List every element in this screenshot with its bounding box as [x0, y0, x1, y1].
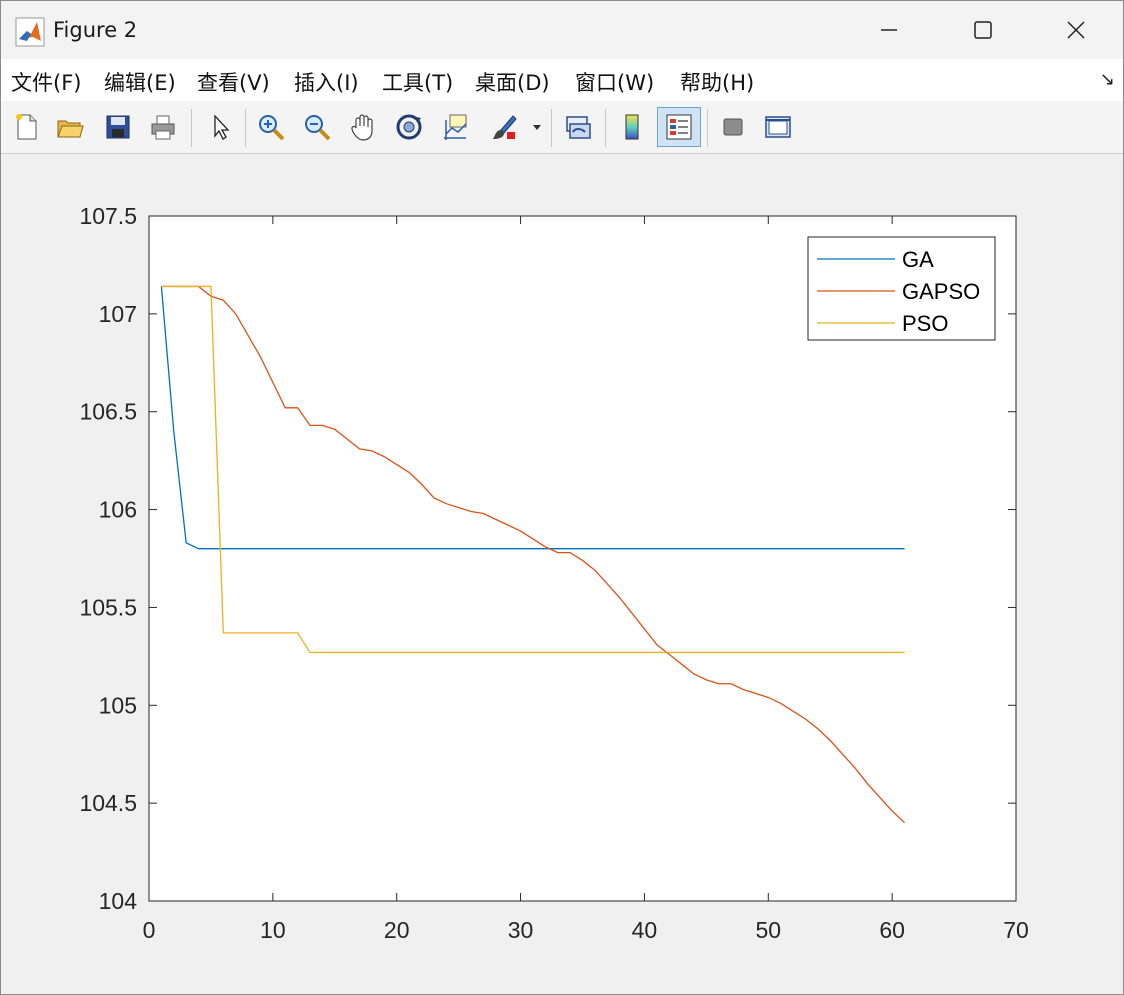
data-cursor-icon	[444, 114, 467, 140]
legend-label-pso: PSO	[902, 311, 948, 336]
colorbar-button[interactable]	[613, 107, 651, 147]
hide-plot-tools-icon	[723, 118, 743, 136]
menu-help[interactable]: 帮助(H)	[680, 67, 754, 97]
pan-button[interactable]	[344, 107, 382, 147]
open-file-icon	[57, 120, 84, 138]
toolbar-separator	[245, 109, 246, 147]
legend[interactable]: GA GAPSO PSO	[807, 236, 996, 341]
close-icon	[1067, 21, 1085, 39]
menu-expand-icon[interactable]: ↘	[1100, 69, 1115, 90]
window-title: Figure 2	[53, 18, 138, 42]
y-tick-label: 106.5	[79, 399, 137, 425]
line-chart[interactable]: 0 10 20 30 40 50 60 70 104 104.5 105 105.5 106 106.5 1…	[1, 154, 1123, 994]
toolbar-separator	[551, 109, 552, 147]
link-plot-button[interactable]	[559, 107, 597, 147]
toolbar-separator	[605, 109, 606, 147]
close-button[interactable]	[1029, 1, 1123, 59]
figure-canvas: 0 10 20 30 40 50 60 70 104 104.5 105 105.5 106 106.5 1…	[1, 154, 1123, 994]
x-tick-label: 30	[508, 917, 534, 943]
y-tick-label: 105	[99, 692, 137, 718]
legend-icon	[666, 114, 692, 140]
x-tick-label: 20	[384, 917, 410, 943]
save-button[interactable]	[99, 107, 137, 147]
y-tick-label: 107	[99, 301, 137, 327]
colorbar-icon	[625, 114, 639, 140]
matlab-icon	[15, 17, 45, 47]
menu-file[interactable]: 文件(F)	[11, 67, 81, 97]
open-file-button[interactable]	[51, 107, 89, 147]
new-figure-icon	[16, 114, 37, 140]
brush-button[interactable]	[485, 107, 523, 147]
new-figure-button[interactable]	[7, 107, 45, 147]
data-cursor-button[interactable]	[436, 107, 474, 147]
pan-hand-icon	[351, 114, 373, 141]
toolbar	[1, 101, 1123, 154]
maximize-button[interactable]	[936, 1, 1030, 59]
menu-insert[interactable]: 插入(I)	[294, 67, 359, 97]
x-tick-label: 10	[260, 917, 286, 943]
legend-label-gapso: GAPSO	[902, 279, 980, 304]
pointer-button[interactable]	[201, 107, 239, 147]
figure-window: Figure 2 文件(F) 编辑(E) 查看(V) 插入(I) 工具(T) 桌…	[0, 0, 1124, 995]
menu-tools[interactable]: 工具(T)	[382, 67, 453, 97]
toolbar-separator	[707, 109, 708, 147]
y-tick-label: 105.5	[79, 594, 137, 620]
menu-desktop[interactable]: 桌面(D)	[475, 67, 550, 97]
print-button[interactable]	[144, 107, 182, 147]
legend-label-ga: GA	[902, 247, 934, 272]
zoom-out-button[interactable]	[298, 107, 336, 147]
zoom-out-icon	[305, 115, 331, 141]
y-tick-label: 104.5	[79, 790, 137, 816]
x-tick-label: 50	[755, 917, 781, 943]
y-tick-label: 107.5	[79, 203, 137, 229]
x-tick-label: 60	[879, 917, 905, 943]
zoom-in-icon	[259, 115, 285, 141]
menu-window[interactable]: 窗口(W)	[575, 67, 654, 97]
brush-dropdown-button[interactable]	[527, 107, 547, 147]
maximize-icon	[974, 21, 992, 39]
pointer-icon	[214, 114, 230, 140]
print-icon	[151, 115, 175, 140]
minimize-icon	[881, 29, 897, 31]
brush-icon	[493, 115, 517, 139]
rotate-3d-icon	[396, 114, 422, 140]
show-plot-tools-button[interactable]	[759, 107, 797, 147]
legend-button[interactable]	[657, 107, 701, 147]
link-plot-icon	[566, 116, 591, 139]
y-tick-label: 104	[99, 888, 138, 914]
y-tick-label: 106	[99, 497, 137, 523]
rotate-3d-button[interactable]	[390, 107, 428, 147]
toolbar-separator	[191, 109, 192, 147]
x-tick-label: 70	[1003, 917, 1029, 943]
save-icon	[106, 115, 130, 139]
show-plot-tools-icon	[765, 116, 791, 138]
menu-bar: 文件(F) 编辑(E) 查看(V) 插入(I) 工具(T) 桌面(D) 窗口(W…	[1, 59, 1123, 102]
title-bar: Figure 2	[1, 1, 1123, 59]
minimize-button[interactable]	[842, 1, 936, 59]
x-tick-label: 0	[143, 917, 156, 943]
chevron-down-icon	[533, 125, 541, 130]
zoom-in-button[interactable]	[252, 107, 290, 147]
x-tick-label: 40	[632, 917, 658, 943]
hide-plot-tools-button[interactable]	[714, 107, 752, 147]
menu-edit[interactable]: 编辑(E)	[104, 67, 176, 97]
menu-view[interactable]: 查看(V)	[197, 67, 270, 97]
